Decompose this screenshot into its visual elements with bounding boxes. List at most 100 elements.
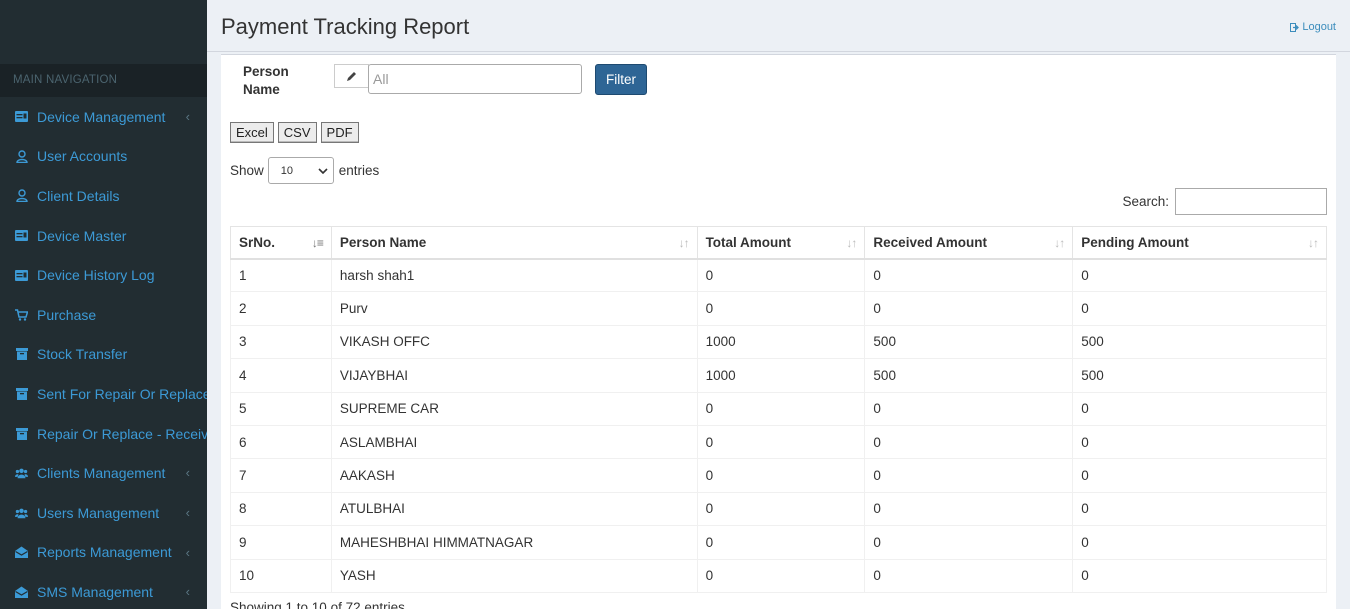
envelope-open-icon (15, 585, 28, 598)
sidebar-item-sent-for-repair-or-replace[interactable]: Sent For Repair Or Replace (0, 374, 207, 414)
csv-button[interactable]: CSV (277, 122, 317, 143)
table-cell: 500 (1072, 358, 1327, 393)
table-cell: AAKASH (330, 458, 698, 493)
table-cell: 0 (1072, 491, 1327, 527)
column-header-label: Total Amount (705, 234, 792, 250)
users-icon (15, 506, 28, 519)
table-cell: 0 (1072, 558, 1327, 593)
sort-icon: ↓↑ (846, 236, 857, 250)
chevron-left-icon: ‹ (185, 584, 190, 600)
table-cell: 0 (696, 491, 866, 527)
payment-table: SrNo. ↓≡ Person Name ↓↑ Total Amount ↓↑ Receiv… (230, 226, 1327, 593)
table-cell: 5 (230, 391, 332, 426)
column-header-person-name[interactable]: Person Name ↓↑ (330, 226, 698, 260)
table-cell: 2 (230, 291, 332, 326)
sort-icon: ↓↑ (1054, 236, 1065, 250)
sidebar-item-client-details[interactable]: Client Details (0, 176, 207, 216)
table-row: 4 VIJAYBHAI 1000 500 500 (230, 358, 1327, 393)
table-cell: 0 (864, 558, 1074, 593)
user-icon (15, 150, 28, 163)
sidebar-item-label: Device History Log (37, 267, 155, 284)
table-cell: 7 (230, 458, 332, 493)
person-name-label: Person Name (243, 64, 289, 97)
sidebar-item-device-management[interactable]: Device Management ‹ (0, 97, 207, 137)
entries-label: entries (338, 163, 380, 178)
table-cell: 0 (864, 257, 1074, 293)
column-header-total-amount[interactable]: Total Amount ↓↑ (696, 226, 866, 260)
sidebar-item-sms-management[interactable]: SMS Management ‹ (0, 572, 207, 609)
excel-button[interactable]: Excel (230, 122, 274, 143)
column-header-label: Pending Amount (1081, 234, 1189, 250)
table-cell: 9 (230, 525, 332, 560)
logout-link[interactable]: Logout (1290, 21, 1336, 33)
sidebar-item-repair-or-replace-received[interactable]: Repair Or Replace - Received (0, 414, 207, 454)
table-cell: MAHESHBHAI HIMMATNAGAR (330, 525, 698, 560)
table-row: 5 SUPREME CAR 0 0 0 (230, 391, 1327, 426)
filter-button[interactable]: Filter (595, 64, 647, 95)
table-cell: 3 (230, 324, 332, 360)
column-header-pending-amount[interactable]: Pending Amount ↓↑ (1072, 226, 1327, 260)
table-row: 6 ASLAMBHAI 0 0 0 (230, 424, 1327, 460)
table-cell: 0 (864, 458, 1074, 493)
content-header: Payment Tracking Report Logout (207, 0, 1350, 52)
table-cell: 0 (864, 291, 1074, 326)
chevron-left-icon: ‹ (185, 465, 190, 481)
table-cell: 0 (696, 257, 866, 293)
table-cell: 0 (1072, 291, 1327, 326)
table-cell: 0 (864, 525, 1074, 560)
sidebar-item-reports-management[interactable]: Reports Management ‹ (0, 533, 207, 573)
table-cell: 0 (864, 424, 1074, 460)
search-label: Search: (1122, 194, 1169, 209)
table-body: 1 harsh shah1 0 0 0 2 Purv 0 0 0 3 VIKASH OFFC 1000 5… (230, 257, 1327, 593)
nav-list: Device Management ‹ User Accounts Client De… (0, 97, 207, 609)
table-cell: harsh shah1 (330, 257, 698, 293)
table-cell: 0 (696, 291, 866, 326)
sidebar-item-label: Stock Transfer (37, 346, 128, 363)
sidebar-logo-area (0, 0, 207, 64)
chevron-left-icon: ‹ (185, 504, 190, 520)
table-cell: 0 (1072, 391, 1327, 426)
sidebar-item-user-accounts[interactable]: User Accounts (0, 137, 207, 177)
table-cell: 0 (864, 391, 1074, 426)
sidebar-item-purchase[interactable]: Purchase (0, 295, 207, 335)
person-name-input[interactable] (368, 64, 582, 94)
sidebar-item-device-history-log[interactable]: Device History Log (0, 255, 207, 295)
table-cell: Purv (330, 291, 698, 326)
table-cell: 0 (1072, 424, 1327, 460)
sidebar-item-stock-transfer[interactable]: Stock Transfer (0, 335, 207, 375)
table-cell: 0 (1072, 525, 1327, 560)
sidebar-item-users-management[interactable]: Users Management ‹ (0, 493, 207, 533)
search-input[interactable] (1175, 188, 1327, 215)
table-cell: 4 (230, 358, 332, 393)
table-cell: 0 (696, 525, 866, 560)
table-row: 10 YASH 0 0 0 (230, 558, 1327, 593)
sidebar-item-label: Client Details (37, 187, 120, 204)
table-cell: 500 (864, 324, 1074, 360)
cart-icon (15, 308, 28, 321)
table-cell: 0 (696, 458, 866, 493)
table-cell: ASLAMBHAI (330, 424, 698, 460)
column-header-label: Person Name (339, 234, 427, 250)
table-info: Showing 1 to 10 of 72 entries (230, 600, 405, 609)
sidebar-item-label: Clients Management (37, 465, 166, 482)
chevron-down-icon (318, 167, 328, 174)
table-cell: VIKASH OFFC (330, 324, 698, 360)
entries-select[interactable]: 10 (267, 157, 334, 184)
sort-icon: ↓↑ (1308, 236, 1319, 250)
sidebar-item-label: Device Management (37, 108, 166, 125)
id-card-icon (15, 110, 28, 123)
column-header-received-amount[interactable]: Received Amount ↓↑ (864, 226, 1074, 260)
pencil-icon (347, 71, 356, 81)
sidebar-item-device-master[interactable]: Device Master (0, 216, 207, 256)
table-row: 9 MAHESHBHAI HIMMATNAGAR 0 0 0 (230, 525, 1327, 560)
table-cell: VIJAYBHAI (330, 358, 698, 393)
table-cell: 0 (696, 424, 866, 460)
column-header-srno[interactable]: SrNo. ↓≡ (230, 226, 332, 260)
archive-icon (15, 387, 28, 400)
sidebar-item-clients-management[interactable]: Clients Management ‹ (0, 453, 207, 493)
sidebar-item-label: Users Management (37, 504, 160, 521)
pdf-button[interactable]: PDF (320, 122, 359, 143)
table-cell: 500 (864, 358, 1074, 393)
table-cell: 10 (230, 558, 332, 593)
table-cell: SUPREME CAR (330, 391, 698, 426)
